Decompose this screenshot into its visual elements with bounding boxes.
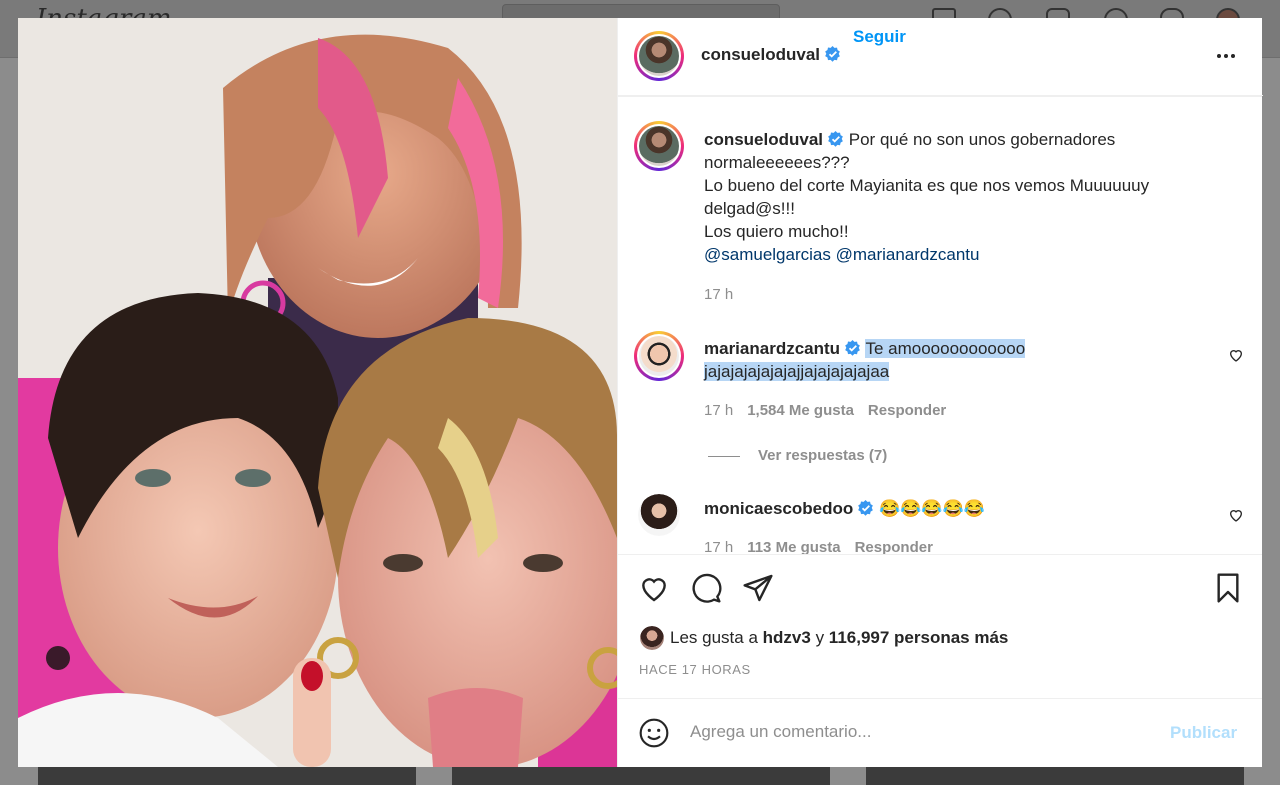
- comment-avatar[interactable]: [638, 494, 680, 536]
- publish-button[interactable]: Publicar: [1170, 723, 1237, 743]
- caption-avatar[interactable]: [634, 121, 684, 171]
- comment-avatar[interactable]: [634, 331, 684, 381]
- comment-like-heart-icon[interactable]: [1228, 347, 1244, 363]
- comment-text-line-1: Te amoooooooooooo: [865, 339, 1026, 358]
- verified-icon: [845, 340, 860, 356]
- comment-likes[interactable]: 1,584 Me gusta: [747, 402, 854, 419]
- comment-username[interactable]: marianardzcantu: [704, 339, 861, 358]
- follow-button[interactable]: Seguir: [853, 27, 906, 47]
- likes-count[interactable]: 116,997 personas más: [829, 628, 1009, 647]
- liker-avatar[interactable]: [640, 626, 664, 650]
- likes-summary: Les gusta a hdzv3 y 116,997 personas más: [670, 628, 1008, 648]
- author-username-text[interactable]: consueloduval: [701, 45, 820, 64]
- caption-time[interactable]: 17 h: [704, 286, 733, 303]
- comment-username[interactable]: monicaescobedoo: [704, 499, 874, 518]
- comment-text: 😂😂😂😂😂: [879, 499, 985, 518]
- comment-text-line-2: jajajajajajajajjajajajajajaa: [704, 362, 890, 381]
- caption-username[interactable]: consueloduval: [704, 130, 844, 149]
- author-avatar[interactable]: [634, 31, 684, 81]
- comment-bubble-icon[interactable]: [690, 572, 722, 604]
- view-replies[interactable]: Ver respuestas (7): [708, 447, 887, 464]
- replies-line: [708, 455, 740, 457]
- comment-meta: 17 h 113 Me gusta Responder: [704, 539, 933, 554]
- likes-prefix: Les gusta a: [670, 628, 758, 647]
- header-divider: [618, 96, 1262, 97]
- author-username[interactable]: consueloduval: [701, 45, 841, 65]
- reply-button[interactable]: Responder: [855, 539, 933, 554]
- verified-icon: [825, 46, 840, 62]
- comment-meta: 17 h 1,584 Me gusta Responder: [704, 402, 946, 419]
- caption: consueloduval Por qué no son unos gobern…: [704, 128, 1224, 266]
- caption-mentions[interactable]: @samuelgarcias @marianardzcantu: [704, 245, 979, 264]
- view-replies-label[interactable]: Ver respuestas (7): [758, 447, 887, 464]
- comment-box-divider: [618, 698, 1262, 699]
- caption-line-5: Los quiero mucho!!: [704, 222, 849, 241]
- verified-icon: [828, 131, 843, 147]
- comment-2-clip: monicaescobedoo 😂😂😂😂😂 17 h 113 Me gusta Re…: [618, 480, 1262, 554]
- actions-divider: [618, 554, 1262, 555]
- comment-time[interactable]: 17 h: [704, 539, 733, 554]
- background-grid: [0, 766, 1280, 785]
- comment-input[interactable]: [690, 722, 1150, 742]
- reply-button[interactable]: Responder: [868, 402, 946, 419]
- post-image: [18, 18, 617, 767]
- like-heart-icon[interactable]: [638, 572, 670, 604]
- caption-line-3: Lo bueno del corte Mayianita es que nos …: [704, 176, 1150, 195]
- post-timestamp[interactable]: HACE 17 HORAS: [639, 662, 751, 677]
- caption-line-1: Por qué no son unos gobernadores: [848, 130, 1116, 149]
- caption-line-2: normaleeeeees???: [704, 153, 850, 172]
- comment-body: marianardzcantu Te amoooooooooooo jajaja…: [704, 337, 1204, 383]
- comment-like-heart-icon[interactable]: [1228, 507, 1244, 523]
- likes-joiner: y: [815, 628, 825, 647]
- share-send-icon[interactable]: [742, 572, 774, 604]
- emoji-smile-icon[interactable]: [638, 717, 670, 749]
- save-bookmark-icon[interactable]: [1212, 572, 1244, 604]
- comment-time[interactable]: 17 h: [704, 402, 733, 419]
- more-options-icon[interactable]: [1214, 44, 1238, 68]
- comment-likes[interactable]: 113 Me gusta: [747, 539, 840, 554]
- comment-body: monicaescobedoo 😂😂😂😂😂: [704, 497, 1204, 520]
- caption-line-4: delgad@s!!!: [704, 199, 795, 218]
- liker-username[interactable]: hdzv3: [763, 628, 811, 647]
- verified-icon: [858, 500, 874, 516]
